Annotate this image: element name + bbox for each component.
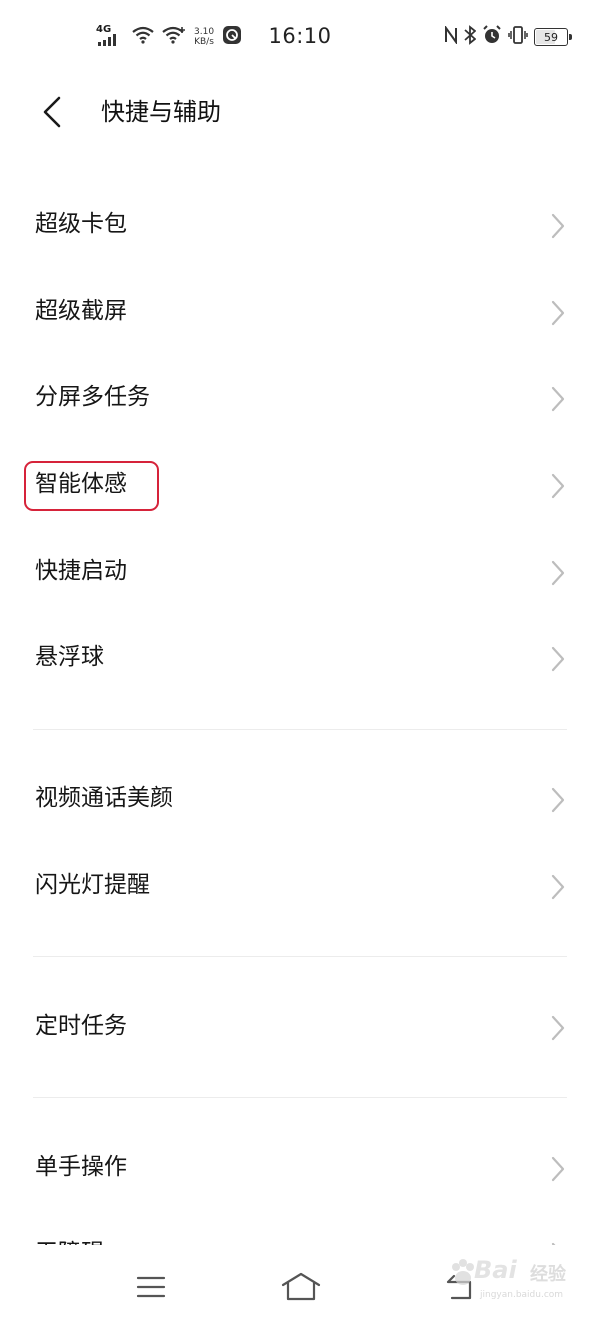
chevron-right-icon (551, 560, 565, 586)
list-item-label: 视频通话美颜 (35, 785, 173, 811)
chevron-right-icon (551, 787, 565, 813)
highlight-annotation (24, 461, 159, 511)
list-item-label: 闪光灯提醒 (35, 872, 150, 898)
chevron-right-icon (551, 1156, 565, 1182)
list-item-label: 定时任务 (35, 1013, 127, 1039)
watermark-word: Bai (474, 1256, 517, 1284)
list-item-label: 分屏多任务 (35, 384, 150, 410)
battery-icon: 59 (534, 28, 572, 46)
menu-button[interactable] (129, 1267, 173, 1307)
section-divider (33, 956, 567, 957)
nfc-icon (444, 24, 458, 48)
status-right: 59 (444, 24, 572, 50)
list-item-video-call-beauty[interactable]: 视频通话美颜 (0, 756, 600, 842)
section-divider (33, 1097, 567, 1098)
home-icon (281, 1272, 321, 1301)
chevron-right-icon (551, 874, 565, 900)
list-item-label: 超级卡包 (35, 211, 127, 237)
status-bar: 4G 3.10 KB/s 16:10 59 (0, 0, 600, 74)
watermark: Bai 经验 jingyan.baidu.com (448, 1254, 578, 1310)
list-item-split-screen[interactable]: 分屏多任务 (0, 355, 600, 441)
chevron-right-icon (551, 646, 565, 672)
back-button[interactable] (30, 90, 74, 134)
page-title: 快捷与辅助 (101, 98, 221, 126)
battery-level: 59 (544, 30, 558, 44)
list-item-floating-ball[interactable]: 悬浮球 (0, 615, 600, 701)
watermark-suffix: 经验 (530, 1264, 566, 1285)
list-item-label: 快捷启动 (35, 558, 127, 584)
list-item-label: 超级截屏 (35, 298, 127, 324)
vibrate-icon (508, 25, 528, 49)
section-divider (33, 729, 567, 730)
list-item-quick-launch[interactable]: 快捷启动 (0, 529, 600, 615)
menu-icon (136, 1276, 166, 1298)
list-item-super-screenshot[interactable]: 超级截屏 (0, 269, 600, 355)
chevron-right-icon (551, 213, 565, 239)
chevron-left-icon (43, 96, 61, 128)
list-item-label: 单手操作 (35, 1154, 127, 1180)
chevron-right-icon (551, 473, 565, 499)
home-button[interactable] (279, 1267, 323, 1307)
watermark-url: jingyan.baidu.com (480, 1290, 564, 1300)
chevron-right-icon (551, 1015, 565, 1041)
list-item-super-card-pack[interactable]: 超级卡包 (0, 182, 600, 268)
alarm-icon (482, 25, 502, 49)
chevron-right-icon (551, 300, 565, 326)
title-bar: 快捷与辅助 (0, 74, 600, 150)
list-item-one-hand-mode[interactable]: 单手操作 (0, 1125, 600, 1211)
list-item-flash-reminder[interactable]: 闪光灯提醒 (0, 843, 600, 929)
list-item-scheduled-tasks[interactable]: 定时任务 (0, 984, 600, 1070)
chevron-right-icon (551, 386, 565, 412)
bluetooth-icon (464, 25, 477, 49)
list-item-label: 悬浮球 (35, 644, 104, 670)
